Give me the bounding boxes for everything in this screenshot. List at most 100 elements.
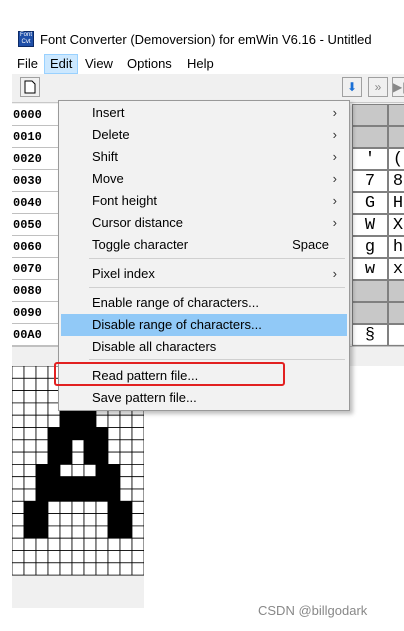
char-cell[interactable]: x: [388, 258, 404, 280]
char-cell[interactable]: [352, 280, 388, 302]
menu-item-font-height[interactable]: Font height ›: [61, 190, 347, 212]
pixel-cell[interactable]: [71, 427, 85, 441]
pixel-cell[interactable]: [95, 537, 109, 551]
char-cell[interactable]: [352, 126, 388, 148]
pixel-cell[interactable]: [47, 427, 61, 441]
pixel-cell[interactable]: [71, 513, 85, 527]
pixel-cell[interactable]: [59, 427, 73, 441]
pixel-cell[interactable]: [131, 464, 144, 478]
pixel-cell[interactable]: [119, 476, 133, 490]
pixel-cell[interactable]: [119, 513, 133, 527]
menu-item-enable-range-of-characters[interactable]: Enable range of characters...: [61, 292, 347, 314]
pixel-cell[interactable]: [35, 476, 49, 490]
pixel-cell[interactable]: [35, 402, 49, 416]
char-cell[interactable]: [388, 104, 404, 126]
pixel-cell[interactable]: [12, 451, 25, 465]
pixel-cell[interactable]: [95, 500, 109, 515]
pixel-cell[interactable]: [23, 451, 37, 465]
pixel-cell[interactable]: [23, 476, 37, 490]
pixel-cell[interactable]: [107, 488, 121, 502]
pixel-cell[interactable]: [35, 414, 49, 428]
menu-view[interactable]: View: [80, 54, 118, 74]
pixel-cell[interactable]: [59, 464, 73, 478]
pixel-cell[interactable]: [35, 513, 49, 527]
pixel-cell[interactable]: [107, 451, 121, 465]
pixel-cell[interactable]: [47, 476, 61, 490]
char-cell[interactable]: [352, 302, 388, 324]
pixel-cell[interactable]: [107, 513, 121, 527]
pixel-cell[interactable]: [12, 525, 25, 539]
pixel-cell[interactable]: [95, 513, 109, 527]
char-cell[interactable]: §: [352, 324, 388, 346]
pixel-cell[interactable]: [107, 525, 121, 539]
pixel-cell[interactable]: [131, 476, 144, 490]
char-cell[interactable]: G: [352, 192, 388, 214]
pixel-cell[interactable]: [35, 451, 49, 465]
pixel-cell[interactable]: [35, 366, 49, 379]
pixel-cell[interactable]: [71, 439, 85, 453]
pixel-cell[interactable]: [23, 390, 37, 404]
menu-item-move[interactable]: Move ›: [61, 168, 347, 190]
pixel-cell[interactable]: [35, 550, 49, 564]
pixel-cell[interactable]: [131, 537, 144, 551]
page-icon[interactable]: [20, 77, 40, 97]
pixel-cell[interactable]: [47, 550, 61, 564]
pixel-cell[interactable]: [12, 550, 25, 564]
pixel-cell[interactable]: [12, 366, 25, 379]
pixel-cell[interactable]: [35, 537, 49, 551]
pixel-cell[interactable]: [12, 488, 25, 502]
pixel-cell[interactable]: [23, 537, 37, 551]
pixel-cell[interactable]: [47, 537, 61, 551]
menu-item-cursor-distance[interactable]: Cursor distance ›: [61, 212, 347, 234]
pixel-cell[interactable]: [59, 439, 73, 453]
pixel-cell[interactable]: [59, 488, 73, 502]
char-cell[interactable]: [388, 280, 404, 302]
pixel-cell[interactable]: [119, 537, 133, 551]
menu-item-disable-all-characters[interactable]: Disable all characters: [61, 336, 347, 358]
pixel-cell[interactable]: [119, 488, 133, 502]
pixel-cell[interactable]: [35, 525, 49, 539]
pixel-cell[interactable]: [83, 476, 97, 490]
pixel-cell[interactable]: [119, 562, 133, 576]
pixel-cell[interactable]: [131, 562, 144, 576]
pixel-cell[interactable]: [107, 500, 121, 515]
pixel-cell[interactable]: [12, 500, 25, 515]
pixel-cell[interactable]: [35, 488, 49, 502]
pixel-cell[interactable]: [119, 550, 133, 564]
pixel-cell[interactable]: [95, 451, 109, 465]
pixel-cell[interactable]: [107, 550, 121, 564]
pixel-cell[interactable]: [83, 537, 97, 551]
pixel-cell[interactable]: [47, 464, 61, 478]
pixel-cell[interactable]: [95, 464, 109, 478]
char-cell[interactable]: (: [388, 148, 404, 170]
pixel-cell[interactable]: [131, 550, 144, 564]
menu-item-shift[interactable]: Shift ›: [61, 146, 347, 168]
pixel-cell[interactable]: [71, 414, 85, 428]
char-cell[interactable]: [388, 126, 404, 148]
pixel-cell[interactable]: [35, 377, 49, 392]
pixel-cell[interactable]: [59, 451, 73, 465]
menu-options[interactable]: Options: [122, 54, 177, 74]
pixel-cell[interactable]: [59, 525, 73, 539]
pixel-cell[interactable]: [23, 439, 37, 453]
pixel-cell[interactable]: [12, 513, 25, 527]
pixel-cell[interactable]: [23, 402, 37, 416]
pixel-cell[interactable]: [71, 550, 85, 564]
pixel-cell[interactable]: [59, 550, 73, 564]
pixel-cell[interactable]: [12, 476, 25, 490]
pixel-cell[interactable]: [12, 414, 25, 428]
pixel-cell[interactable]: [131, 513, 144, 527]
pixel-cell[interactable]: [131, 439, 144, 453]
pixel-cell[interactable]: [47, 562, 61, 576]
menu-file[interactable]: File: [12, 54, 43, 74]
pixel-cell[interactable]: [119, 525, 133, 539]
pixel-cell[interactable]: [71, 525, 85, 539]
pixel-cell[interactable]: [119, 500, 133, 515]
pixel-cell[interactable]: [83, 550, 97, 564]
last-icon[interactable]: ▶|: [392, 77, 404, 97]
pixel-cell[interactable]: [23, 550, 37, 564]
pixel-cell[interactable]: [71, 488, 85, 502]
char-cell[interactable]: 8: [388, 170, 404, 192]
char-cell[interactable]: g: [352, 236, 388, 258]
pixel-cell[interactable]: [59, 537, 73, 551]
